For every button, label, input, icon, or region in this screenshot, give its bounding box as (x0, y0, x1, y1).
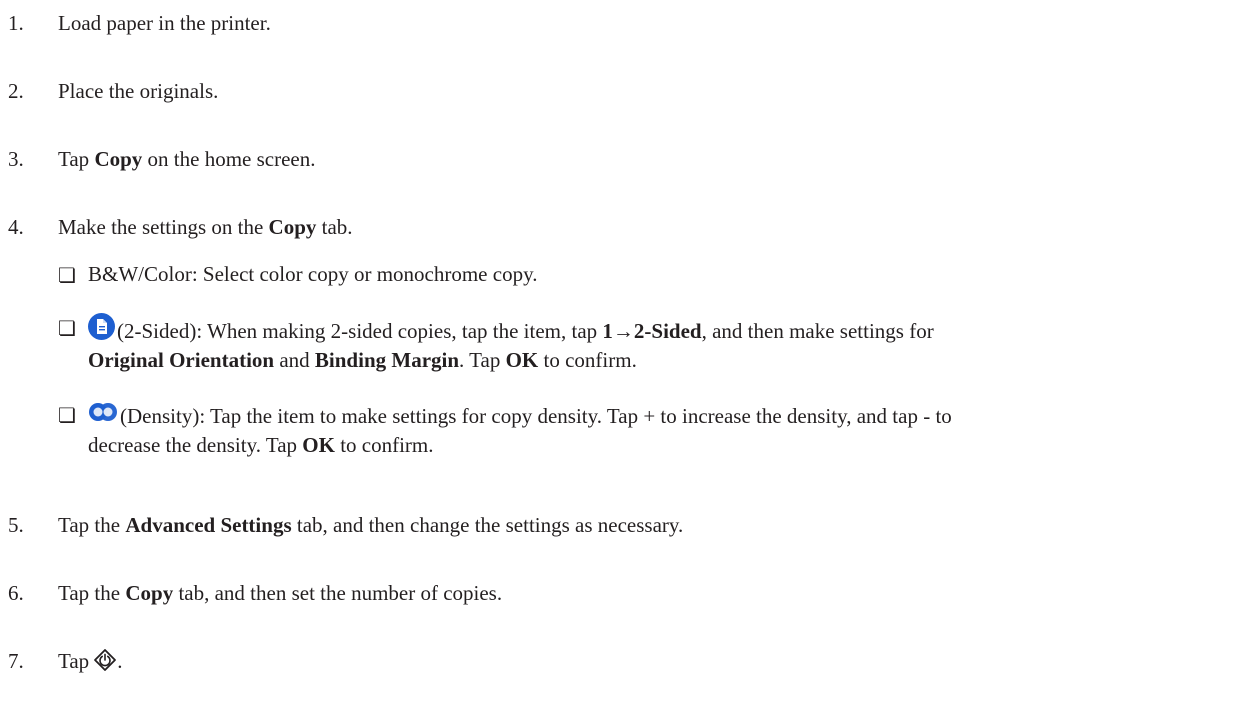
sub-item-text: B&W/Color: Select color copy or monochro… (88, 262, 538, 286)
sub-item-text-part: and (274, 348, 315, 372)
ui-term: Copy (268, 215, 317, 239)
ui-term: Advanced Settings (125, 513, 292, 537)
ui-term: OK (302, 433, 335, 457)
step-text-part: tab, and then change the settings as nec… (291, 513, 684, 537)
step-number: 6. (8, 581, 24, 605)
step-text-part: Make the settings on the (58, 215, 269, 239)
checkbox-bullet-icon: ❏ (58, 263, 76, 287)
step-text: Tap the Advanced Settings tab, and then … (58, 512, 683, 538)
sub-item-text-part: decrease the density. Tap (88, 433, 303, 457)
step-text: Tap Copy on the home screen. (58, 146, 316, 172)
ui-term: Original Orientation (88, 348, 275, 372)
step-number: 2. (8, 79, 24, 103)
ui-term: Binding Margin (314, 348, 460, 372)
sub-item-density: ❏ (Density): Tap the item to make settin… (58, 400, 1218, 460)
step-text-part: Tap (58, 649, 90, 673)
step-number: 4. (8, 215, 24, 239)
ui-term: Copy (94, 147, 143, 171)
step-text-part: Tap (58, 147, 95, 171)
step-text: Tap . (58, 648, 122, 674)
step-text: Tap the Copy tab, and then set the numbe… (58, 580, 502, 606)
step-text: Make the settings on the Copy tab. (58, 214, 353, 240)
sub-item-two-sided: ❏ (2-Sided): When making 2-sided copies,… (58, 313, 1218, 375)
sub-item-text-part: to confirm. (334, 433, 434, 457)
sub-item-text-part: (2-Sided): When making 2-sided copies, t… (117, 319, 603, 343)
ui-term: 1→2-Sided (602, 319, 702, 343)
checkbox-bullet-icon: ❏ (58, 316, 76, 340)
step-text-part: tab, and then set the number of copies. (173, 581, 503, 605)
sub-item-text: (Density): Tap the item to make settings… (88, 400, 1218, 460)
step-text: Place the originals. (58, 79, 219, 103)
step-text: Load paper in the printer. (58, 11, 271, 35)
step-text-part: . (117, 649, 123, 673)
sub-item-bw-color: ❏ B&W/Color: Select color copy or monoch… (58, 260, 1218, 289)
checkbox-bullet-icon: ❏ (58, 403, 76, 427)
sub-item-text-part: to confirm. (538, 348, 637, 372)
start-button-icon (94, 649, 117, 671)
density-icon (88, 400, 118, 424)
step-text-part: on the home screen. (142, 147, 316, 171)
ui-term: OK (505, 348, 539, 372)
step-text-part: Tap the (58, 513, 126, 537)
sub-item-text-part: (Density): Tap the item to make settings… (120, 404, 952, 428)
step-number: 1. (8, 11, 24, 35)
sub-item-text: (2-Sided): When making 2-sided copies, t… (88, 313, 1218, 375)
step-text-part: Tap the (58, 581, 126, 605)
two-sided-icon (88, 313, 115, 340)
ui-term: Copy (125, 581, 174, 605)
step-number: 7. (8, 649, 24, 673)
step-text-part: tab. (316, 215, 353, 239)
sub-item-text-part: , and then make settings for (701, 319, 934, 343)
sub-item-text-part: . Tap (459, 348, 506, 372)
step-number: 3. (8, 147, 24, 171)
step-number: 5. (8, 513, 24, 537)
